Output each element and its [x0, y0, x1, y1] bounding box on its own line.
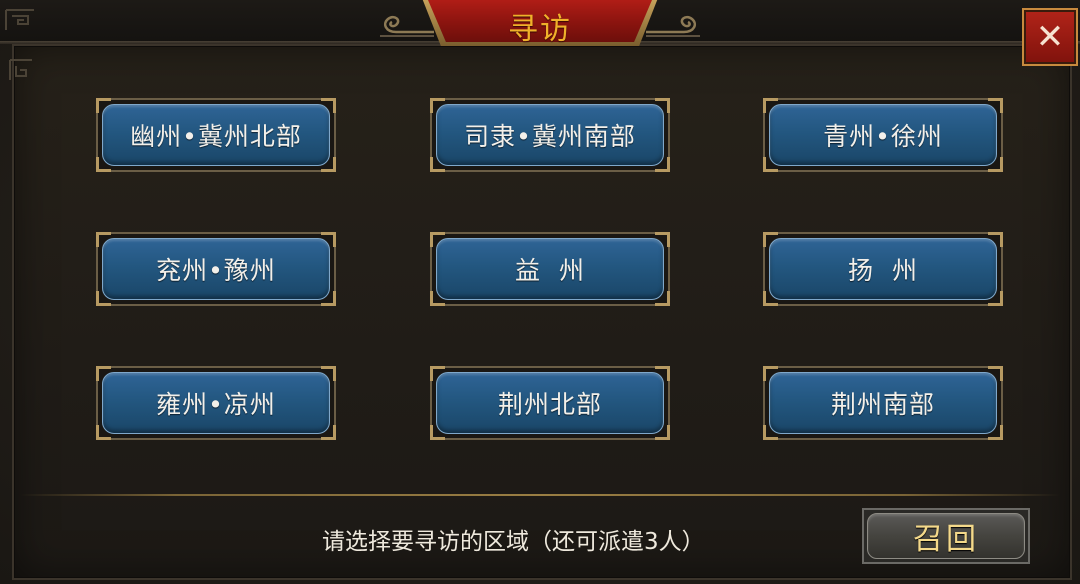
button-corner-ornament: [430, 291, 445, 306]
button-corner-ornament: [988, 98, 1003, 113]
button-corner-ornament: [655, 157, 670, 172]
button-corner-ornament: [763, 232, 778, 247]
button-corner-ornament: [321, 425, 336, 440]
button-corner-ornament: [988, 425, 1003, 440]
title-scroll-ornament-icon: [380, 15, 434, 37]
region-button-label: 青州•徐州: [823, 122, 943, 151]
button-corner-ornament: [96, 232, 111, 247]
region-button-label: 扬 州: [848, 256, 918, 285]
title-tab: 寻访: [372, 0, 708, 47]
button-corner-ornament: [430, 425, 445, 440]
region-button-qingzhou-xuzhou[interactable]: 青州•徐州: [763, 98, 1003, 172]
panel-corner-ornament-icon: [9, 59, 32, 80]
dispatch-hint-text: 请选择要寻访的区域（还可派遣3人）: [322, 529, 705, 555]
dialog-title: 寻访: [508, 12, 572, 47]
button-corner-ornament: [655, 98, 670, 113]
button-corner-ornament: [763, 366, 778, 381]
region-button-sili-jizhou-south[interactable]: 司隶•冀州南部: [430, 98, 670, 172]
region-button-label: 荆州北部: [497, 390, 602, 419]
region-button-label: 荆州南部: [830, 390, 935, 419]
button-corner-ornament: [430, 98, 445, 113]
button-corner-ornament: [321, 232, 336, 247]
region-button-label: 益 州: [515, 256, 585, 285]
region-button-yongzhou-liangzhou[interactable]: 雍州•凉州: [96, 366, 336, 440]
dialog-frame: 寻访 ✕ 幽州•冀州北部 司隶•冀州南部 青州•徐州 兖州•豫州 益 州 扬 州…: [0, 0, 1080, 584]
button-corner-ornament: [988, 291, 1003, 306]
title-scroll-ornament-icon: [646, 15, 700, 37]
button-corner-ornament: [321, 157, 336, 172]
region-button-youzhou-jizhou-north[interactable]: 幽州•冀州北部: [96, 98, 336, 172]
button-corner-ornament: [655, 366, 670, 381]
region-button-jingzhou-south[interactable]: 荆州南部: [763, 366, 1003, 440]
button-corner-ornament: [655, 232, 670, 247]
region-button-label: 幽州•冀州北部: [130, 122, 302, 151]
button-corner-ornament: [96, 425, 111, 440]
button-corner-ornament: [430, 232, 445, 247]
button-corner-ornament: [96, 366, 111, 381]
corner-ornament-icon: [5, 9, 34, 30]
button-corner-ornament: [988, 232, 1003, 247]
region-button-label: 雍州•凉州: [156, 390, 276, 419]
region-button-jingzhou-north[interactable]: 荆州北部: [430, 366, 670, 440]
recall-button[interactable]: 召回: [862, 508, 1030, 564]
button-corner-ornament: [655, 291, 670, 306]
button-corner-ornament: [763, 291, 778, 306]
close-button[interactable]: ✕: [1022, 8, 1078, 66]
close-icon: ✕: [1035, 17, 1065, 57]
button-corner-ornament: [763, 157, 778, 172]
button-corner-ornament: [763, 98, 778, 113]
button-corner-ornament: [655, 425, 670, 440]
button-corner-ornament: [988, 157, 1003, 172]
region-button-yangzhou[interactable]: 扬 州: [763, 232, 1003, 306]
region-button-label: 兖州•豫州: [156, 256, 276, 285]
region-button-label: 司隶•冀州南部: [464, 122, 636, 151]
button-corner-ornament: [763, 425, 778, 440]
button-corner-ornament: [321, 291, 336, 306]
button-corner-ornament: [96, 291, 111, 306]
button-corner-ornament: [430, 366, 445, 381]
footer-divider: [20, 494, 1060, 496]
button-corner-ornament: [96, 98, 111, 113]
region-button-yanzhou-yuzhou[interactable]: 兖州•豫州: [96, 232, 336, 306]
button-corner-ornament: [96, 157, 111, 172]
button-corner-ornament: [321, 98, 336, 113]
recall-button-label: 召回: [913, 522, 979, 557]
region-button-yizhou[interactable]: 益 州: [430, 232, 670, 306]
button-corner-ornament: [988, 366, 1003, 381]
button-corner-ornament: [321, 366, 336, 381]
button-corner-ornament: [430, 157, 445, 172]
